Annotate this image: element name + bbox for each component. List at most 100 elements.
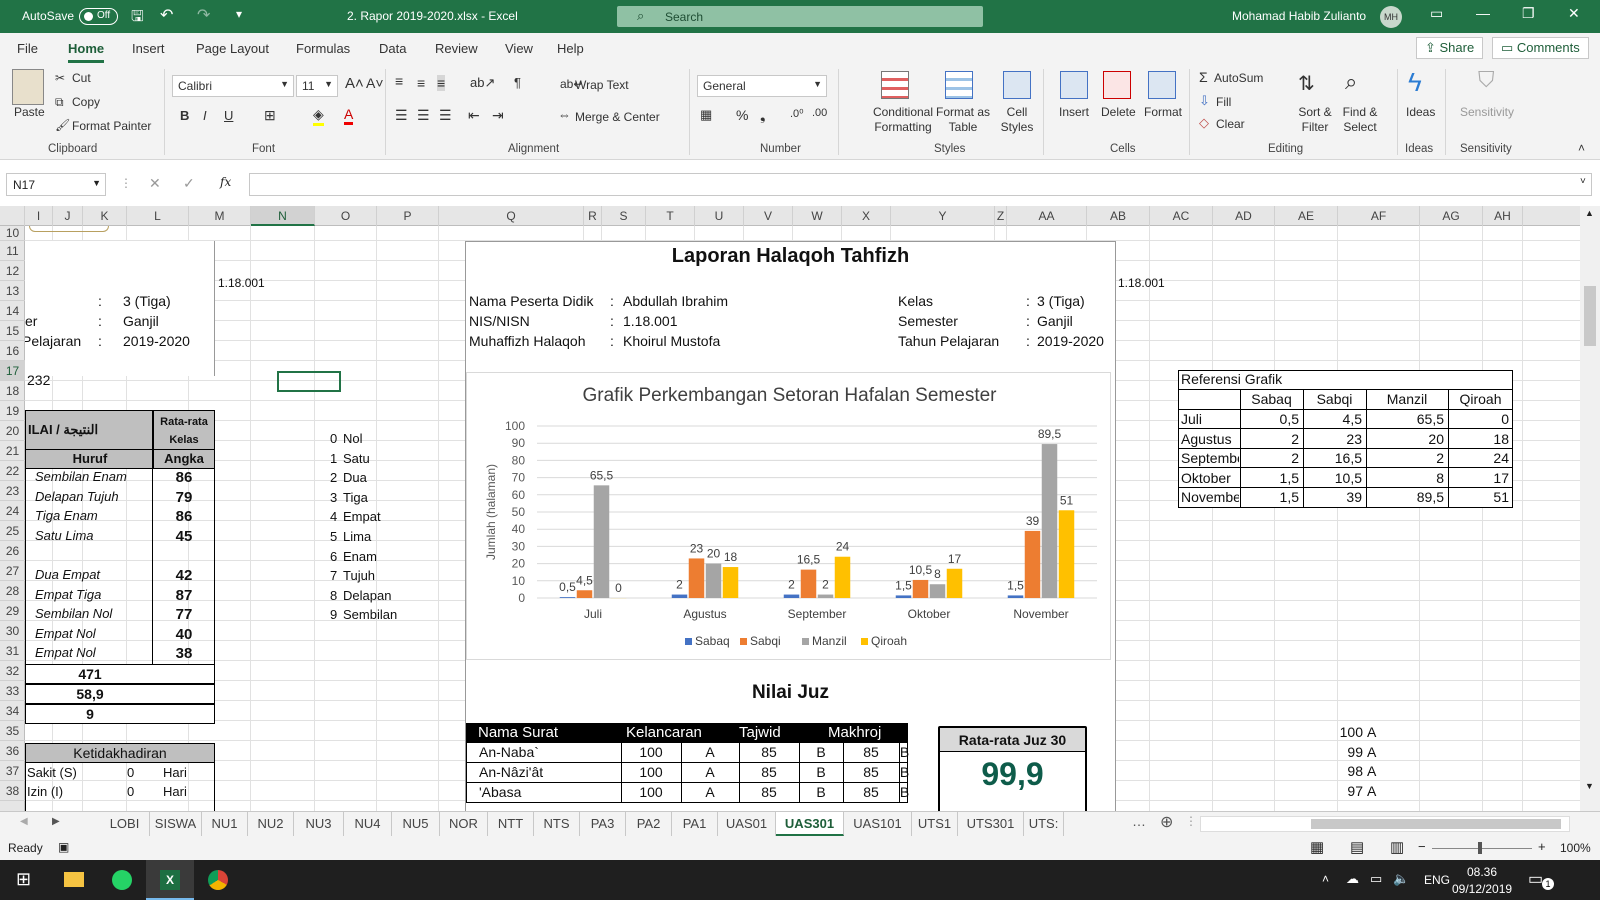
- comma-icon[interactable]: ❟: [760, 107, 766, 124]
- accounting-icon[interactable]: ▦: [700, 107, 712, 123]
- row-header-27[interactable]: 27: [0, 561, 25, 581]
- vertical-scrollbar[interactable]: ▲ ▼: [1580, 206, 1600, 811]
- column-header-ag[interactable]: AG: [1420, 206, 1483, 226]
- column-header-s[interactable]: S: [602, 206, 646, 226]
- row-header-12[interactable]: 12: [0, 261, 25, 281]
- column-header-t[interactable]: T: [646, 206, 695, 226]
- column-header-r[interactable]: R: [584, 206, 602, 226]
- row-header-15[interactable]: 15: [0, 321, 25, 341]
- percent-icon[interactable]: %: [736, 107, 748, 123]
- save-icon[interactable]: 🖫: [131, 6, 144, 31]
- sheet-tab-nts[interactable]: NTS: [534, 812, 580, 836]
- zoom-slider[interactable]: [1432, 848, 1532, 849]
- tab-insert[interactable]: Insert: [132, 41, 165, 56]
- zoom-level[interactable]: 100%: [1560, 841, 1591, 855]
- zoom-in-icon[interactable]: +: [1538, 839, 1546, 854]
- page-layout-view-icon[interactable]: ▤: [1350, 838, 1364, 856]
- shrink-font-icon[interactable]: A˅: [366, 75, 384, 91]
- cut-button[interactable]: Cut: [72, 71, 91, 85]
- expand-formula-icon[interactable]: ˅: [1580, 176, 1586, 187]
- maximize-icon[interactable]: ❐: [1522, 5, 1535, 22]
- volume-icon[interactable]: 🔈: [1393, 871, 1409, 887]
- row-header-25[interactable]: 25: [0, 521, 25, 541]
- fill-color-icon[interactable]: ◈: [313, 106, 324, 126]
- column-header-p[interactable]: P: [377, 206, 439, 226]
- clear-button[interactable]: Clear: [1216, 117, 1245, 131]
- insert-function-button[interactable]: fx: [220, 175, 231, 189]
- sheet-tab-pa1[interactable]: PA1: [672, 812, 718, 836]
- sort-filter-button[interactable]: Sort & Filter: [1296, 105, 1334, 135]
- scroll-up-icon[interactable]: ▲: [1585, 208, 1594, 218]
- format-as-table-button[interactable]: Format as Table: [935, 105, 991, 135]
- tab-view[interactable]: View: [505, 41, 533, 56]
- horizontal-scrollbar[interactable]: [1200, 816, 1570, 832]
- next-sheet-icon[interactable]: ▶: [52, 816, 60, 827]
- column-header-ah[interactable]: AH: [1483, 206, 1523, 226]
- clock-date[interactable]: 09/12/2019: [1452, 882, 1512, 896]
- format-cells-button[interactable]: Format: [1144, 105, 1182, 119]
- avatar[interactable]: MH: [1380, 6, 1402, 28]
- row-header-20[interactable]: 20: [0, 421, 25, 441]
- clock-time[interactable]: 08.36: [1467, 865, 1497, 879]
- column-header-k[interactable]: K: [83, 206, 127, 226]
- font-name-select[interactable]: Calibri ▼: [172, 75, 294, 97]
- row-header-35[interactable]: 35: [0, 721, 25, 741]
- tab-page-layout[interactable]: Page Layout: [196, 41, 269, 56]
- close-icon[interactable]: ✕: [1568, 5, 1580, 22]
- font-color-icon[interactable]: A: [344, 106, 354, 125]
- sheet-tab-nu5[interactable]: NU5: [392, 812, 440, 836]
- scroll-thumb[interactable]: [1584, 286, 1596, 346]
- column-header-ae[interactable]: AE: [1275, 206, 1338, 226]
- row-header-37[interactable]: 37: [0, 761, 25, 781]
- row-header-36[interactable]: 36: [0, 741, 25, 761]
- tab-review[interactable]: Review: [435, 41, 478, 56]
- row-header-17[interactable]: 17: [0, 361, 25, 381]
- row-header-32[interactable]: 32: [0, 661, 25, 681]
- page-break-view-icon[interactable]: ▥: [1390, 838, 1404, 856]
- column-header-q[interactable]: Q: [439, 206, 584, 226]
- start-button[interactable]: ⊞: [0, 860, 48, 900]
- tab-data[interactable]: Data: [379, 41, 406, 56]
- name-box[interactable]: N17 ▼: [6, 173, 106, 196]
- row-header-10[interactable]: 10: [0, 226, 25, 241]
- formula-input[interactable]: [249, 173, 1592, 196]
- selected-cell-n17[interactable]: [277, 371, 341, 392]
- minimize-icon[interactable]: —: [1476, 5, 1490, 21]
- autosave-toggle[interactable]: Off: [79, 8, 118, 25]
- row-header-30[interactable]: 30: [0, 621, 25, 641]
- column-header-l[interactable]: L: [127, 206, 189, 226]
- column-header-ab[interactable]: AB: [1087, 206, 1150, 226]
- sheet-tab-lobi[interactable]: LOBI: [100, 812, 150, 836]
- sheet-tab-uas301[interactable]: UAS301: [776, 812, 844, 836]
- column-header-ad[interactable]: AD: [1213, 206, 1275, 226]
- row-header-24[interactable]: 24: [0, 501, 25, 521]
- select-all-corner[interactable]: [0, 206, 25, 226]
- more-sheets-icon[interactable]: …: [1132, 813, 1146, 829]
- search-box[interactable]: ⌕ Search: [617, 6, 983, 27]
- sheet-tab-nor[interactable]: NOR: [440, 812, 488, 836]
- tab-home[interactable]: Home: [68, 41, 105, 63]
- column-header-z[interactable]: Z: [995, 206, 1007, 226]
- add-sheet-icon[interactable]: ⊕: [1160, 812, 1173, 832]
- autosum-button[interactable]: AutoSum: [1214, 71, 1263, 85]
- sheet-tab-uts1[interactable]: UTS1: [912, 812, 958, 836]
- column-header-w[interactable]: W: [793, 206, 842, 226]
- conditional-formatting-button[interactable]: Conditional Formatting: [863, 105, 943, 135]
- tab-file[interactable]: File: [17, 41, 38, 56]
- prev-sheet-icon[interactable]: ◀: [20, 816, 28, 827]
- row-header-23[interactable]: 23: [0, 481, 25, 501]
- align-center-icon[interactable]: ☰: [417, 107, 430, 124]
- worksheet-grid[interactable]: 1.18.001 : 3 (Tiga) er : Ganjil Pelajara…: [25, 226, 1580, 811]
- column-header-i[interactable]: I: [25, 206, 53, 226]
- find-select-button[interactable]: Find & Select: [1339, 105, 1381, 135]
- paste-button[interactable]: Paste: [14, 105, 45, 119]
- whatsapp-button[interactable]: [98, 860, 146, 900]
- align-left-icon[interactable]: ☰: [395, 107, 408, 124]
- sheet-tab-nu3[interactable]: NU3: [294, 812, 344, 836]
- tab-formulas[interactable]: Formulas: [296, 41, 350, 56]
- align-middle-icon[interactable]: ≡: [417, 75, 425, 91]
- merge-center-button[interactable]: Merge & Center: [575, 110, 660, 124]
- collapse-ribbon-icon[interactable]: ˄: [1578, 141, 1585, 155]
- sheet-tab-uts301[interactable]: UTS301: [958, 812, 1024, 836]
- delete-cells-button[interactable]: Delete: [1101, 105, 1136, 119]
